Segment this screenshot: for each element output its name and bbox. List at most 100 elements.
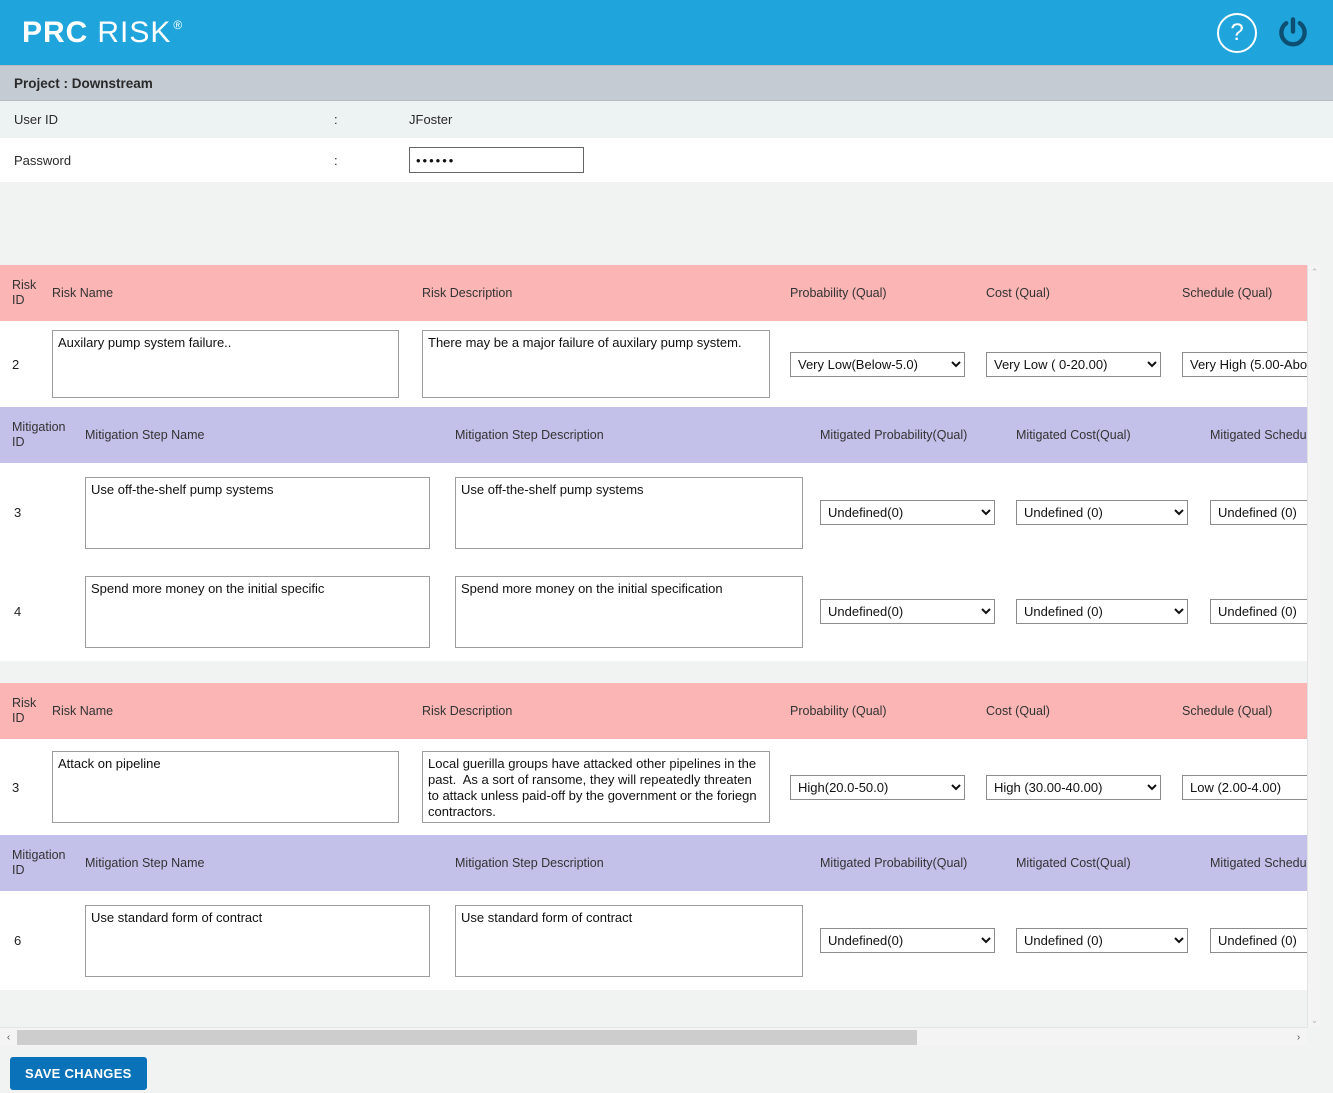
help-glyph: ? — [1230, 18, 1244, 46]
risk-probability-header: Probability (Qual) — [790, 286, 887, 300]
mitigation-description-textarea[interactable]: Spend more money on the initial specific… — [455, 575, 803, 648]
mitigated-probability-header: Mitigated Probability(Qual) — [820, 856, 968, 870]
user-id-colon: : — [334, 112, 338, 127]
mitigation-id-header-line1: Mitigation — [12, 420, 66, 434]
logo-prc: PRC — [22, 15, 89, 49]
mitigation-row: 4 Spend more money on the initial specif… — [0, 562, 1307, 661]
password-colon: : — [334, 152, 338, 168]
mitigation-description-header: Mitigation Step Description — [455, 428, 604, 442]
risk-block: Risk ID Risk Name Risk Description Proba… — [0, 265, 1307, 661]
mitigated-cost-header: Mitigated Cost(Qual) — [1016, 856, 1131, 870]
mitigated-schedule-header: Mitigated Schedule(Qual) — [1210, 856, 1307, 870]
mitigated-cost-header: Mitigated Cost(Qual) — [1016, 428, 1131, 442]
mitigation-id-header-line1: Mitigation — [12, 848, 66, 862]
app-logo: PRC RISK ® — [22, 16, 183, 50]
mitigation-name-header: Mitigation Step Name — [85, 856, 205, 870]
risk-register-scroll-area: Risk ID Risk Name Risk Description Proba… — [0, 265, 1333, 1050]
risk-id-header-line1: Risk — [12, 278, 37, 292]
risk-id-header-line2: ID — [12, 293, 25, 307]
mitigation-row: 6 Use standard form of contract Use stan… — [0, 891, 1307, 990]
page-body: Project : Downstream User ID : JFoster P… — [0, 65, 1333, 1093]
risk-name-textarea[interactable]: Auxilary pump system failure.. — [52, 330, 399, 398]
mitigation-name-textarea[interactable]: Use standard form of contract — [85, 904, 430, 977]
save-area: SAVE CHANGES — [0, 1050, 1333, 1093]
risk-schedule-header: Schedule (Qual) — [1182, 704, 1273, 718]
mitigation-name-textarea[interactable]: Use off-the-shelf pump systems — [85, 476, 430, 549]
vertical-scrollbar[interactable]: ⌃ ⌄ — [1307, 265, 1320, 1027]
mitigation-description-textarea[interactable]: Use off-the-shelf pump systems — [455, 476, 803, 549]
risk-probability-header: Probability (Qual) — [790, 704, 887, 718]
risk-row: 3 Attack on pipeline Local guerilla grou… — [0, 739, 1307, 835]
mitigated-probability-select[interactable]: Undefined(0) — [820, 500, 995, 525]
mitigated-cost-select[interactable]: Undefined (0) — [1016, 500, 1188, 525]
risk-cost-header: Cost (Qual) — [986, 286, 1050, 300]
scroll-up-arrow-icon[interactable]: ⌃ — [1308, 265, 1321, 279]
mitigated-probability-select[interactable]: Undefined(0) — [820, 928, 995, 953]
password-input[interactable] — [409, 147, 584, 173]
save-changes-button[interactable]: SAVE CHANGES — [10, 1056, 147, 1090]
mitigated-schedule-select[interactable]: Undefined (0) — [1210, 500, 1307, 525]
mitigated-probability-header: Mitigated Probability(Qual) — [820, 428, 968, 442]
header-actions: ? — [1217, 12, 1311, 53]
horizontal-scrollbar-thumb[interactable] — [17, 1029, 917, 1045]
risk-table-header: Risk ID Risk Name Risk Description Proba… — [0, 265, 1307, 321]
mitigated-schedule-select[interactable]: Undefined (0) — [1210, 599, 1307, 624]
risk-schedule-select[interactable]: Very High (5.00-Above) — [1182, 351, 1307, 377]
risk-description-header: Risk Description — [422, 704, 513, 718]
risk-name-textarea[interactable]: Attack on pipeline — [52, 751, 399, 823]
risk-schedule-select[interactable]: Low (2.00-4.00) — [1182, 774, 1307, 800]
risk-register-content: Risk ID Risk Name Risk Description Proba… — [0, 265, 1307, 990]
project-title-bar: Project : Downstream — [0, 65, 1333, 101]
mitigation-row: 3 Use off-the-shelf pump systems Use off… — [0, 463, 1307, 562]
help-circle-icon[interactable]: ? — [1217, 12, 1257, 53]
app-header: PRC RISK ® ? — [0, 0, 1333, 65]
risk-row: 2 Auxilary pump system failure.. There m… — [0, 321, 1307, 407]
block-spacer — [0, 661, 1307, 683]
user-id-value: JFoster — [409, 112, 453, 127]
mitigation-id-value: 4 — [14, 604, 22, 619]
risk-block: Risk ID Risk Name Risk Description Proba… — [0, 683, 1307, 990]
risk-id-value: 3 — [12, 779, 20, 795]
password-label: Password — [14, 152, 72, 168]
risk-register-viewport: Risk ID Risk Name Risk Description Proba… — [0, 265, 1307, 1027]
mitigated-cost-select[interactable]: Undefined (0) — [1016, 599, 1188, 624]
risk-probability-select[interactable]: High(20.0-50.0) — [790, 774, 965, 800]
mitigation-id-value: 6 — [14, 933, 22, 948]
horizontal-scrollbar[interactable]: ‹ › — [0, 1027, 1307, 1046]
risk-schedule-header: Schedule (Qual) — [1182, 286, 1273, 300]
risk-id-header-line2: ID — [12, 711, 25, 725]
mitigation-description-header: Mitigation Step Description — [455, 856, 604, 870]
mitigation-name-header: Mitigation Step Name — [85, 428, 205, 442]
risk-probability-select[interactable]: Very Low(Below-5.0) — [790, 351, 965, 377]
risk-name-header: Risk Name — [52, 286, 114, 300]
mitigated-cost-select[interactable]: Undefined (0) — [1016, 928, 1188, 953]
mitigated-schedule-select[interactable]: Undefined (0) — [1210, 928, 1307, 953]
scroll-left-arrow-icon[interactable]: ‹ — [0, 1028, 17, 1047]
risk-cost-select[interactable]: Very Low ( 0-20.00) — [986, 351, 1161, 377]
risk-description-textarea[interactable]: Local guerilla groups have attacked othe… — [422, 751, 770, 823]
risk-cost-select[interactable]: High (30.00-40.00) — [986, 774, 1161, 800]
mitigated-probability-select[interactable]: Undefined(0) — [820, 599, 995, 624]
mitigation-table-header: Mitigation ID Mitigation Step Name Mitig… — [0, 835, 1307, 891]
power-icon[interactable] — [1275, 15, 1311, 51]
power-icon-svg — [1279, 16, 1307, 46]
mitigation-name-textarea[interactable]: Spend more money on the initial specific — [85, 575, 430, 648]
risk-description-textarea[interactable]: There may be a major failure of auxilary… — [422, 330, 770, 398]
risk-table-header: Risk ID Risk Name Risk Description Proba… — [0, 683, 1307, 739]
user-id-label: User ID — [14, 112, 59, 127]
user-id-row: User ID : JFoster — [0, 101, 1333, 138]
logo-registered-mark: ® — [173, 17, 184, 32]
mitigation-id-header-line2: ID — [12, 435, 25, 449]
risk-description-header: Risk Description — [422, 286, 513, 300]
mitigation-description-textarea[interactable]: Use standard form of contract — [455, 904, 803, 977]
horizontal-scrollbar-track[interactable] — [917, 1028, 1290, 1047]
scroll-down-arrow-icon[interactable]: ⌄ — [1308, 1013, 1321, 1027]
mitigated-schedule-header: Mitigated Schedule(Qual) — [1210, 428, 1307, 442]
password-row: Password : — [0, 138, 1333, 182]
scroll-right-arrow-icon[interactable]: › — [1290, 1028, 1307, 1047]
risk-name-header: Risk Name — [52, 704, 114, 718]
mitigation-table-header: Mitigation ID Mitigation Step Name Mitig… — [0, 407, 1307, 463]
logo-risk: RISK — [97, 15, 172, 49]
risk-id-header-line1: Risk — [12, 696, 37, 710]
mitigation-id-header-line2: ID — [12, 863, 25, 877]
